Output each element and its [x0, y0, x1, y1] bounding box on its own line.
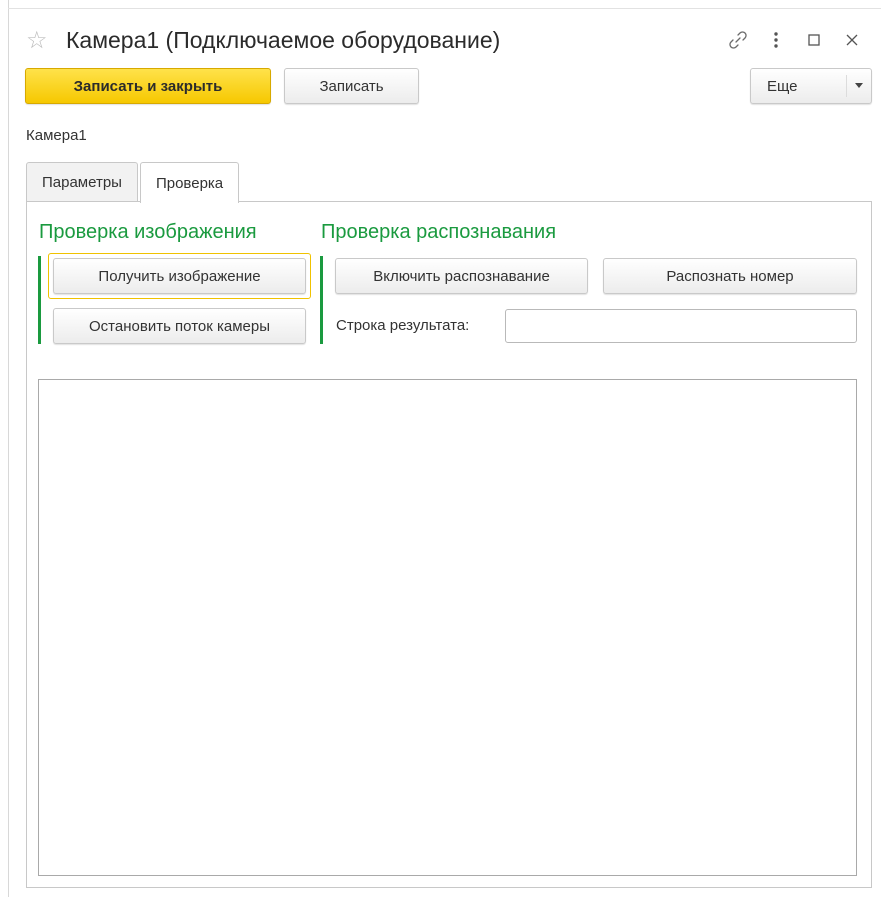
stop-camera-stream-button[interactable]: Остановить поток камеры: [53, 308, 306, 344]
result-string-label: Строка результата:: [336, 317, 470, 334]
star-icon[interactable]: ☆: [26, 22, 54, 58]
save-button[interactable]: Записать: [284, 68, 419, 104]
recognition-check-title: Проверка распознавания: [321, 221, 557, 243]
camera-image-field[interactable]: [38, 379, 857, 876]
tab-parameters[interactable]: Параметры: [26, 162, 138, 202]
more-vertical-icon[interactable]: [757, 22, 795, 58]
link-icon[interactable]: [719, 22, 757, 58]
tab-check[interactable]: Проверка: [139, 162, 240, 203]
enable-recognition-button[interactable]: Включить распознавание: [335, 258, 588, 294]
chevron-down-icon: [855, 83, 863, 88]
more-button-separator: [846, 75, 847, 97]
recognize-number-button[interactable]: Распознать номер: [603, 258, 857, 294]
more-button-label: Еще: [767, 77, 798, 95]
tab-strip: Параметры Проверка: [26, 162, 241, 203]
more-button[interactable]: Еще: [750, 68, 872, 104]
result-string-input[interactable]: [505, 309, 857, 343]
window-left-border: [8, 0, 9, 897]
maximize-icon[interactable]: [795, 22, 833, 58]
image-check-title: Проверка изображения: [39, 221, 257, 243]
record-name: Камера1: [26, 127, 87, 144]
get-image-button[interactable]: Получить изображение: [53, 258, 306, 294]
image-check-group-bar: [38, 256, 41, 344]
recognition-check-group-bar: [320, 256, 323, 344]
form-window: ☆ Камера1 (Подключаемое оборудование) За…: [0, 0, 881, 897]
title-bar: ☆ Камера1 (Подключаемое оборудование): [26, 22, 871, 58]
close-icon[interactable]: [833, 22, 871, 58]
save-and-close-button[interactable]: Записать и закрыть: [25, 68, 271, 104]
window-title: Камера1 (Подключаемое оборудование): [66, 26, 501, 53]
window-tools: [719, 22, 871, 58]
window-top-border: [8, 8, 881, 9]
